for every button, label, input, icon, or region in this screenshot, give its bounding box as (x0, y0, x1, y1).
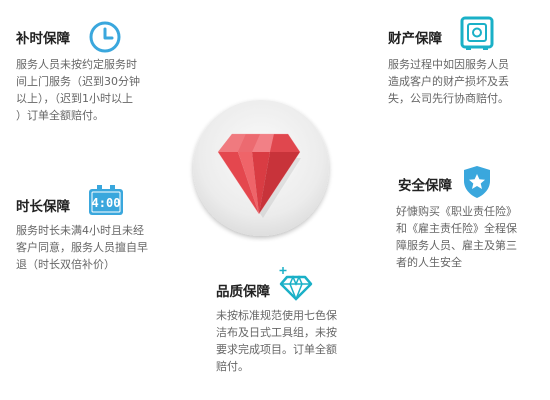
property-title: 财产保障 (388, 31, 442, 47)
clock-icon (89, 21, 121, 53)
quality-title: 品质保障 (216, 284, 270, 300)
duration-title: 时长保障 (16, 199, 70, 215)
digital-clock-icon: 4:00 (89, 185, 123, 215)
duration-description: 服务时长未满4小时且未经 客户同意，服务人员擅自早 退（时长双倍补价） (16, 224, 148, 271)
overtime-title: 补时保障 (16, 31, 70, 47)
diamond-icon (279, 267, 313, 301)
safety-description: 好慷购买《职业责任险》 和《雇主责任险》全程保 障服务人员、雇主及第三 者的人生… (396, 205, 517, 269)
safety-title: 安全保障 (398, 178, 452, 194)
property-description: 服务过程中如因服务人员 造成客户的财产损坏及丢 失，公司先行协商赔付。 (388, 58, 509, 105)
safe-icon (460, 16, 494, 50)
shield-star-icon (464, 166, 490, 198)
digital-clock-text: 4:00 (92, 196, 121, 210)
ruby-gem-icon (193, 100, 329, 236)
quality-description: 未按标准规范使用七色保 洁布及日式工具组，未按 要求完成项目。订单全额 赔付。 (216, 309, 337, 373)
overtime-description: 服务人员未按约定服务时 间上门服务（迟到30分钟 以上），（迟到1小时以上 ）订… (16, 58, 140, 122)
